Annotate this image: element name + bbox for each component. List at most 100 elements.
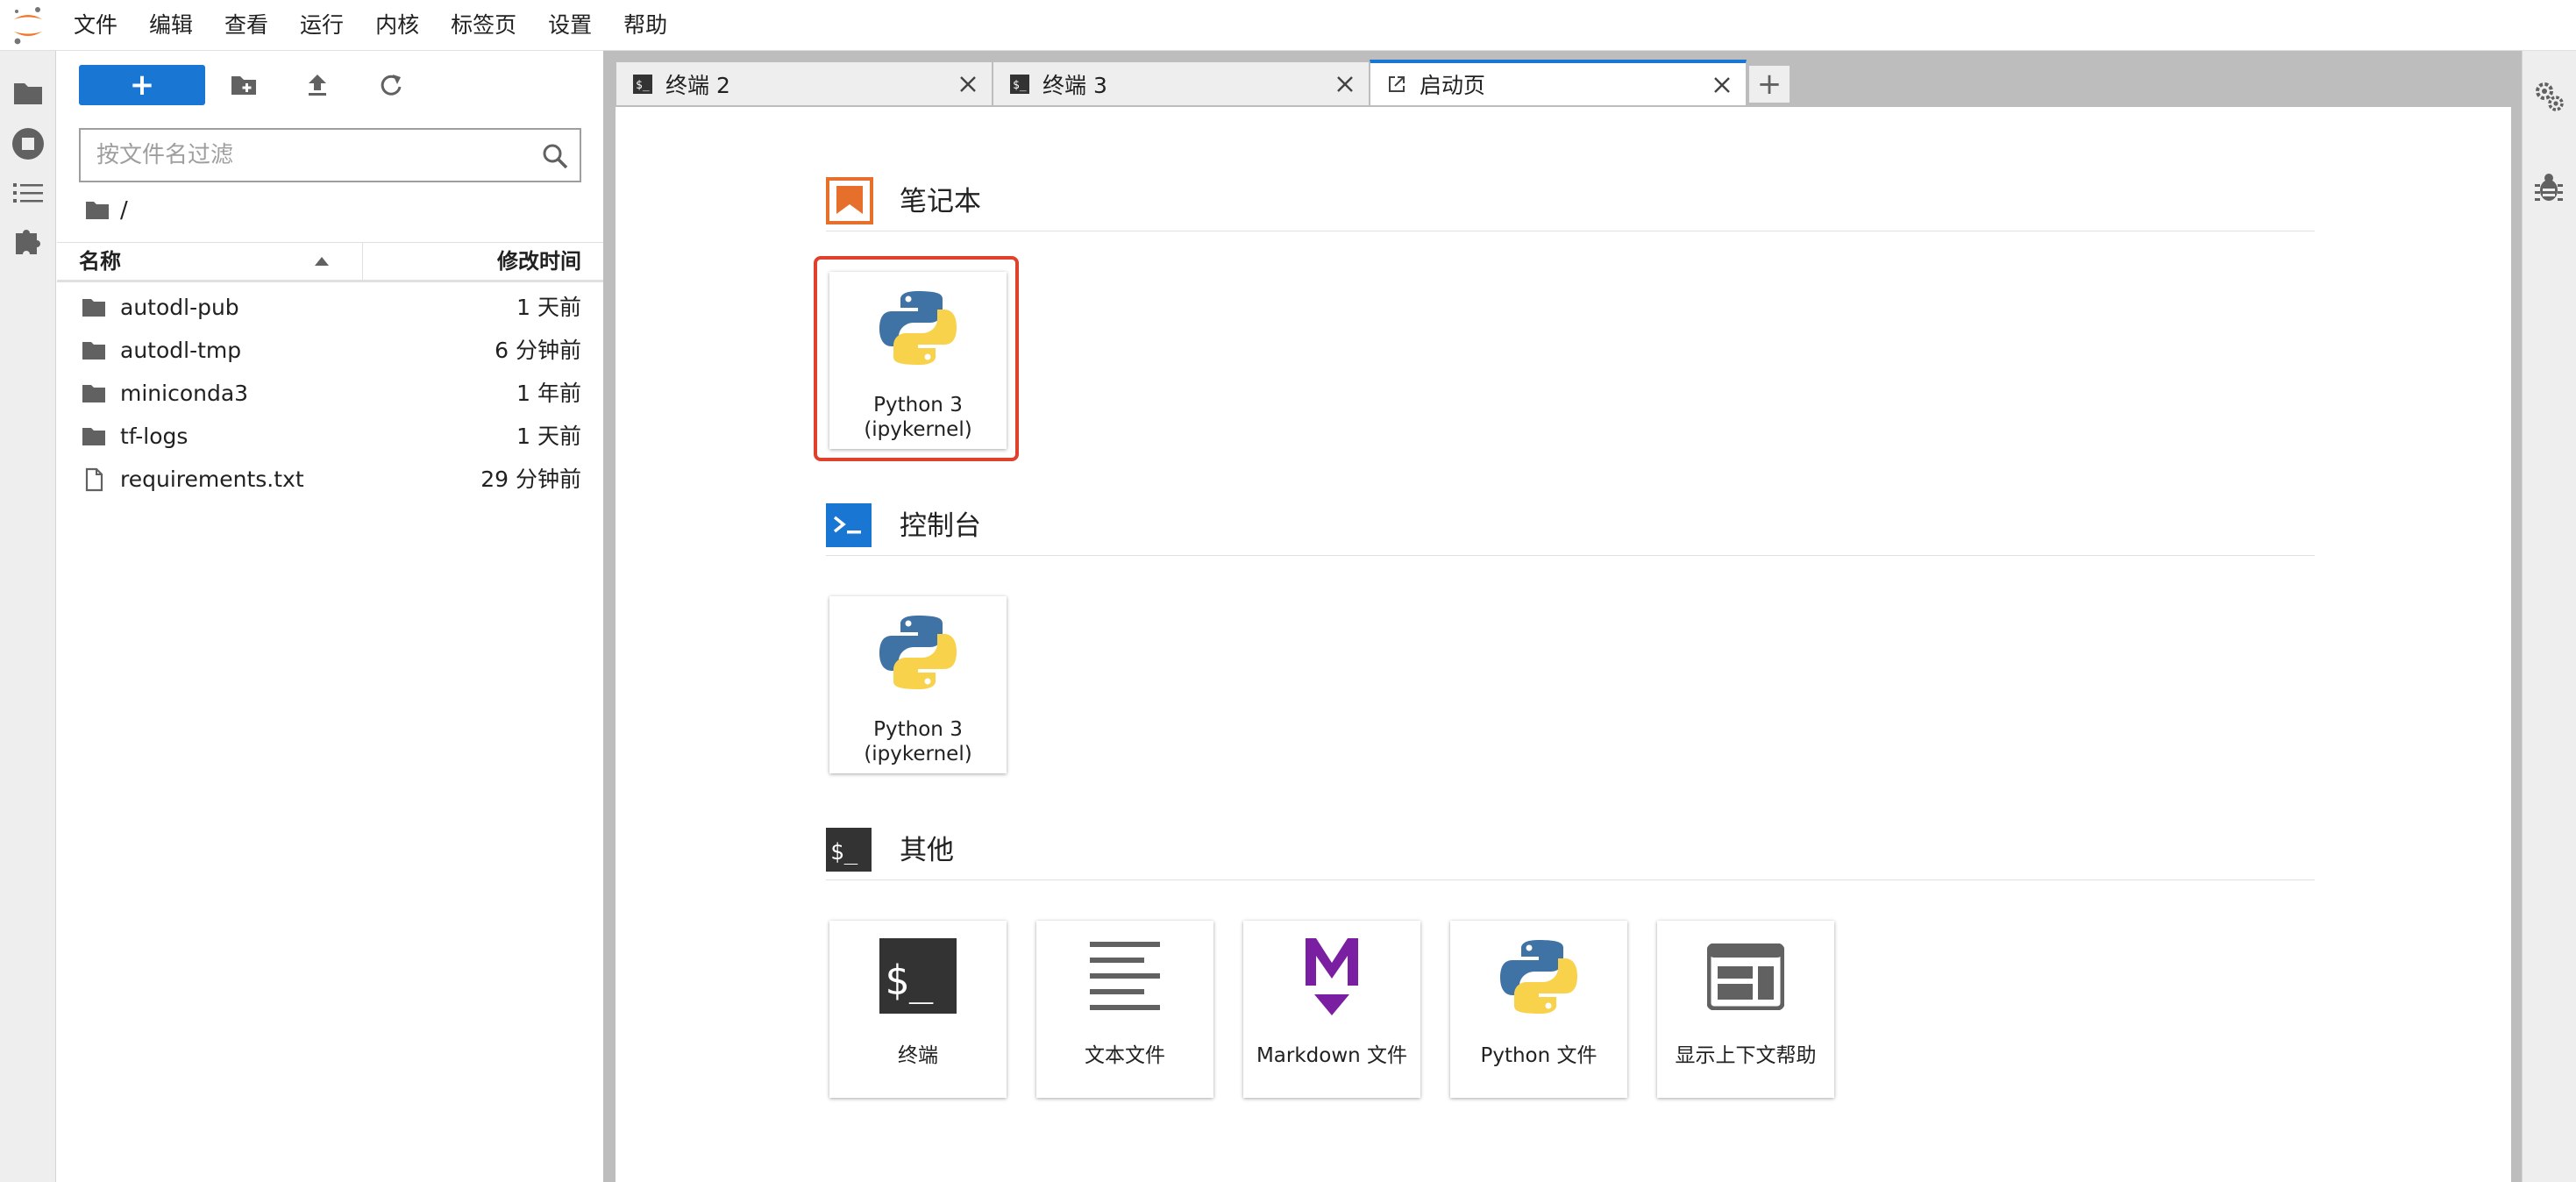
- search-icon: [541, 142, 569, 170]
- file-name: tf-logs: [120, 424, 189, 449]
- console-python3-card[interactable]: Python 3 (ipykernel): [829, 596, 1007, 773]
- menu-help[interactable]: 帮助: [623, 0, 667, 51]
- filter-input[interactable]: [81, 130, 580, 181]
- python-file-card[interactable]: Python 文件: [1450, 921, 1627, 1098]
- tab-launcher[interactable]: 启动页: [1370, 60, 1747, 105]
- property-inspector-icon[interactable]: [2531, 79, 2566, 114]
- terminal-icon: $_: [826, 828, 872, 872]
- file-row[interactable]: autodl-tmp 6 分钟前: [57, 329, 603, 372]
- terminal-card[interactable]: $_ 终端: [829, 921, 1007, 1098]
- other-section-header: $_ 其他: [826, 826, 2315, 880]
- table-of-contents-icon[interactable]: [11, 175, 46, 210]
- menu-view[interactable]: 查看: [224, 0, 268, 51]
- card-label: 显示上下文帮助: [1675, 1044, 1817, 1067]
- notebook-icon: [826, 177, 873, 224]
- text-file-card[interactable]: 文本文件: [1036, 921, 1213, 1098]
- section-title: 控制台: [900, 510, 981, 542]
- tab-terminal-3[interactable]: $_ 终端 3: [993, 61, 1370, 105]
- column-name-header[interactable]: 名称: [79, 243, 121, 280]
- file-modified: 1 天前: [516, 295, 581, 320]
- text-file-icon: [1081, 933, 1169, 1021]
- terminal-icon: $_: [874, 933, 962, 1021]
- folder-icon: [82, 299, 105, 317]
- left-activity-bar: [0, 51, 56, 1182]
- add-tab-button[interactable]: +: [1748, 65, 1790, 103]
- folder-icon[interactable]: [11, 75, 46, 110]
- terminal-icon: $_: [1009, 74, 1030, 95]
- file-name: requirements.txt: [120, 466, 304, 492]
- breadcrumb: /: [85, 195, 128, 226]
- new-launcher-button[interactable]: +: [79, 65, 205, 105]
- console-icon: [826, 503, 872, 547]
- context-help-card[interactable]: 显示上下文帮助: [1657, 921, 1834, 1098]
- filter-box: [79, 128, 581, 182]
- menu-file[interactable]: 文件: [74, 0, 117, 51]
- python-logo-icon: [874, 284, 962, 372]
- jupyter-logo-icon: [11, 5, 46, 46]
- card-label: Python 文件: [1480, 1044, 1598, 1067]
- card-label-line1: Python 3: [873, 718, 963, 741]
- close-icon[interactable]: [1711, 74, 1733, 96]
- python-logo-icon: [1495, 933, 1583, 1021]
- markdown-icon: [1288, 933, 1376, 1021]
- file-row[interactable]: autodl-pub 1 天前: [57, 286, 603, 329]
- breadcrumb-root[interactable]: /: [120, 197, 128, 224]
- folder-icon[interactable]: [85, 200, 110, 221]
- menu-kernel[interactable]: 内核: [375, 0, 419, 51]
- column-modified-header[interactable]: 修改时间: [497, 243, 581, 280]
- file-name: autodl-pub: [120, 295, 239, 320]
- file-icon: [85, 467, 103, 492]
- menu-bar: 文件 编辑 查看 运行 内核 标签页 设置 帮助: [0, 0, 2576, 51]
- context-help-icon: [1702, 933, 1790, 1021]
- file-row[interactable]: miniconda3 1 年前: [57, 372, 603, 415]
- menu-edit[interactable]: 编辑: [149, 0, 193, 51]
- python-logo-icon: [874, 609, 962, 696]
- menu-tabs[interactable]: 标签页: [451, 0, 516, 51]
- card-label: Python 3 (ipykernel): [829, 393, 1007, 442]
- file-browser: + / 名称 修改时间 autodl-pub 1 天前 autodl-tmp 6…: [57, 51, 603, 1182]
- upload-icon[interactable]: [301, 68, 334, 102]
- card-label-line1: Python 3: [873, 394, 963, 417]
- svg-text:$_: $_: [1013, 79, 1027, 92]
- menu-run[interactable]: 运行: [300, 0, 344, 51]
- folder-icon: [82, 342, 105, 360]
- card-label: Markdown 文件: [1256, 1044, 1408, 1067]
- card-label: 终端: [898, 1044, 938, 1067]
- file-name: miniconda3: [120, 381, 249, 406]
- close-icon[interactable]: [957, 73, 979, 96]
- file-modified: 1 天前: [516, 424, 581, 449]
- file-row[interactable]: tf-logs 1 天前: [57, 415, 603, 458]
- file-row[interactable]: requirements.txt 29 分钟前: [57, 458, 603, 501]
- notebook-section-header: 笔记本: [826, 177, 2315, 231]
- refresh-icon[interactable]: [374, 68, 408, 102]
- tab-terminal-2[interactable]: $_ 终端 2: [616, 61, 993, 105]
- main-dock: $_ 终端 2 $_ 终端 3 启动页 + 笔记本 Python 3 (ipyk…: [616, 51, 2522, 1182]
- running-icon[interactable]: [11, 126, 46, 161]
- column-divider[interactable]: [362, 243, 363, 280]
- launcher-icon: [1386, 74, 1407, 95]
- panel-splitter[interactable]: [603, 51, 616, 1182]
- sort-ascending-icon: [315, 257, 329, 266]
- file-modified: 29 分钟前: [480, 466, 581, 492]
- section-title: 笔记本: [900, 186, 981, 217]
- svg-text:$_: $_: [636, 79, 650, 92]
- file-modified: 6 分钟前: [495, 338, 581, 363]
- new-launcher-label: +: [129, 68, 155, 103]
- svg-text:$_: $_: [885, 957, 934, 1004]
- extension-icon[interactable]: [11, 223, 46, 258]
- tab-bar: $_ 终端 2 $_ 终端 3 启动页 +: [616, 60, 2522, 105]
- card-label-line2: (ipykernel): [864, 418, 972, 441]
- debugger-icon[interactable]: [2531, 170, 2566, 205]
- card-label: 文本文件: [1085, 1044, 1165, 1067]
- menu-settings[interactable]: 设置: [548, 0, 592, 51]
- listing-header: 名称 修改时间: [57, 242, 603, 282]
- new-folder-icon[interactable]: [227, 68, 260, 102]
- notebook-python3-card[interactable]: Python 3 (ipykernel): [829, 272, 1007, 449]
- terminal-icon: $_: [632, 74, 653, 95]
- close-icon[interactable]: [1334, 73, 1356, 96]
- markdown-file-card[interactable]: Markdown 文件: [1243, 921, 1420, 1098]
- file-name: autodl-tmp: [120, 338, 242, 363]
- section-title: 其他: [900, 835, 954, 866]
- folder-icon: [82, 385, 105, 402]
- card-label: Python 3 (ipykernel): [829, 717, 1007, 766]
